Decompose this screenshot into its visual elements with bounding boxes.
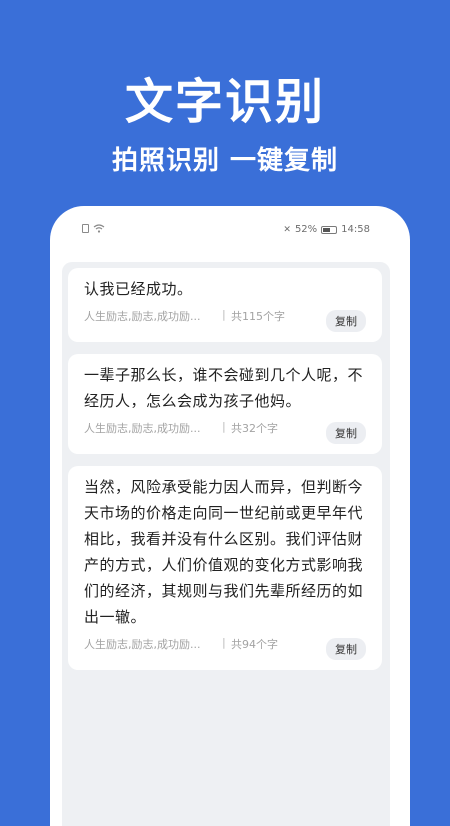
sim-card-icon: [82, 224, 89, 233]
battery-percent: 52%: [294, 224, 318, 235]
status-bar: ✕ 52% 14:58: [50, 222, 410, 240]
copy-button[interactable]: 复制: [326, 638, 366, 660]
battery-icon: [321, 225, 338, 234]
result-card[interactable]: 认我已经成功。 人生励志,励志,成功励... | 共115个字 复制: [68, 268, 382, 342]
card-char-count: 共32个字: [231, 422, 278, 435]
result-card[interactable]: 当然，风险承受能力因人而异，但判断今天市场的价格走向同一世纪前或更早年代相比，我…: [68, 466, 382, 670]
result-list: 认我已经成功。 人生励志,励志,成功励... | 共115个字 复制 一辈子那么…: [62, 262, 390, 826]
wifi-icon: [93, 224, 105, 233]
card-tags: 人生励志,励志,成功励...: [84, 310, 201, 323]
card-meta: 人生励志,励志,成功励... | 共115个字 复制: [84, 306, 366, 332]
card-meta: 人生励志,励志,成功励... | 共94个字 复制: [84, 634, 366, 660]
meta-separator: |: [222, 308, 226, 321]
card-char-count: 共94个字: [231, 638, 278, 651]
subheadline: 拍照识别 一键复制: [111, 146, 339, 176]
mute-icon: ✕: [283, 224, 291, 235]
meta-separator: |: [222, 420, 226, 433]
copy-button[interactable]: 复制: [326, 422, 366, 444]
result-card[interactable]: 一辈子那么长，谁不会碰到几个人呢，不经历人，怎么会成为孩子他妈。 人生励志,励志…: [68, 354, 382, 454]
phone-frame: ✕ 52% 14:58 认我已经成功。 人生励志,励志,成功励... | 共11…: [50, 206, 410, 826]
card-meta: 人生励志,励志,成功励... | 共32个字 复制: [84, 418, 366, 444]
copy-button[interactable]: 复制: [326, 310, 366, 332]
card-text: 认我已经成功。: [84, 280, 193, 298]
card-text: 当然，风险承受能力因人而异，但判断今天市场的价格走向同一世纪前或更早年代相比，我…: [84, 478, 364, 626]
card-char-count: 共115个字: [231, 310, 285, 323]
status-time: 14:58: [341, 224, 370, 235]
meta-separator: |: [222, 636, 226, 649]
card-text: 一辈子那么长，谁不会碰到几个人呢，不经历人，怎么会成为孩子他妈。: [84, 366, 364, 410]
card-tags: 人生励志,励志,成功励...: [84, 422, 201, 435]
card-tags: 人生励志,励志,成功励...: [84, 638, 201, 651]
headline: 文字识别: [124, 74, 325, 130]
